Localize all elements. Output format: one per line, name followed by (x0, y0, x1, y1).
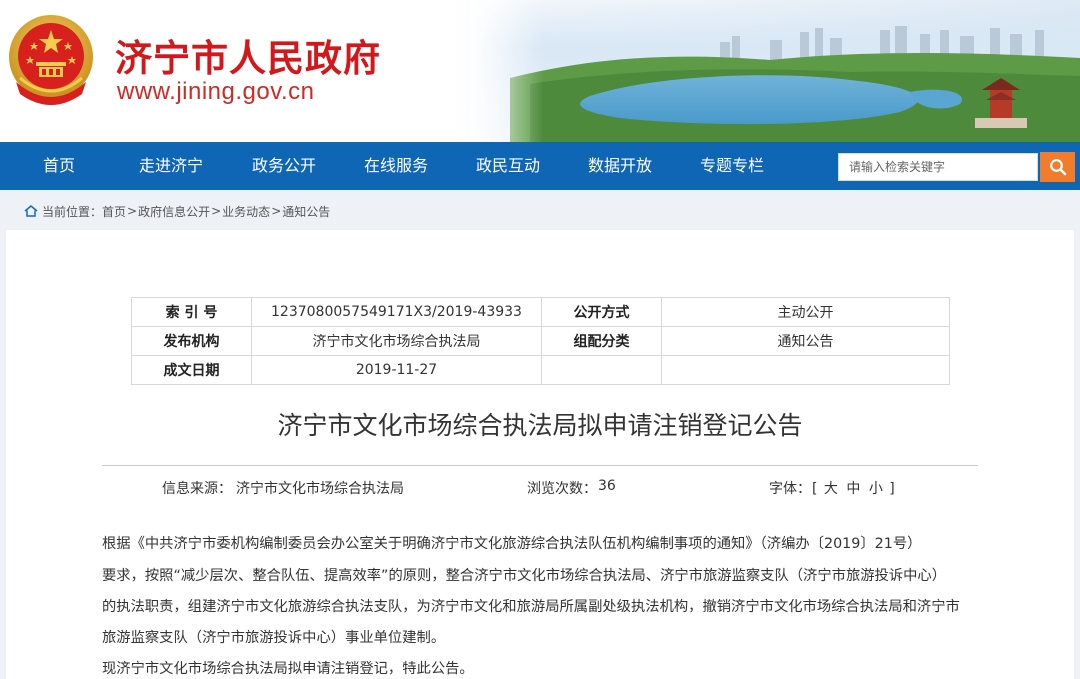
body-text-line: 旅游监察支队（济宁市旅游投诉中心）事业单位建制。 (102, 630, 446, 646)
article-panel: 索 引 号 1237080057549171X3/2019-43933 公开方式… (6, 230, 1074, 679)
breadcrumb-separator: > (211, 204, 222, 218)
publisher-label: 发布机构 (131, 326, 252, 356)
disclosure-method-value: 主动公开 (661, 297, 950, 327)
font-small-button[interactable]: 小 (869, 481, 883, 497)
empty-cell (661, 355, 950, 385)
empty-cell (541, 355, 662, 385)
disclosure-method-label: 公开方式 (541, 297, 662, 327)
article-title: 济宁市文化市场综合执法局拟申请注销登记公告 (277, 411, 803, 440)
document-metadata-table: 索 引 号 1237080057549171X3/2019-43933 公开方式… (131, 297, 950, 385)
city-banner-image (470, 0, 1080, 142)
nav-item-open-data[interactable]: 数据开放 (588, 142, 652, 190)
table-row: 发布机构 济宁市文化市场综合执法局 组配分类 通知公告 (131, 326, 950, 356)
category-value: 通知公告 (661, 326, 950, 356)
date-label: 成文日期 (131, 355, 252, 385)
views-label: 浏览次数： (527, 481, 597, 497)
site-title: 济宁市人民政府 (115, 36, 381, 80)
info-source-label: 信息来源： (162, 481, 232, 497)
breadcrumb-separator: > (271, 204, 282, 218)
nav-item-interaction[interactable]: 政民互动 (476, 142, 540, 190)
nav-item-home[interactable]: 首页 (43, 142, 75, 190)
bracket-close: ] (889, 481, 895, 497)
bracket-open: [ (812, 481, 818, 497)
table-row: 索 引 号 1237080057549171X3/2019-43933 公开方式… (131, 297, 950, 327)
category-label: 组配分类 (541, 326, 662, 356)
nav-item-special-topics[interactable]: 专题专栏 (700, 142, 764, 190)
site-header: 济宁市人民政府 www.jining.gov.cn (0, 0, 1080, 142)
font-size-label: 字体： (769, 481, 811, 497)
home-icon (24, 205, 38, 217)
search-input[interactable] (839, 154, 1037, 180)
body-text-line: 现济宁市文化市场综合执法局拟申请注销登记，特此公告。 (102, 661, 474, 677)
breadcrumb-government-info[interactable]: 政府信息公开 (138, 203, 210, 220)
breadcrumb: 当前位置： 首页 > 政府信息公开 > 业务动态 > 通知公告 (24, 199, 330, 223)
nav-item-online-services[interactable]: 在线服务 (364, 142, 428, 190)
body-text-line: 根据《中共济宁市委机构编制委员会办公室关于明确济宁市文化旅游综合执法队伍机构编制… (102, 536, 922, 552)
body-text-line: 的执法职责，组建济宁市文化旅游综合执法支队，为济宁市文化和旅游局所属副处级执法机… (102, 599, 960, 615)
font-large-button[interactable]: 大 (824, 481, 838, 497)
breadcrumb-business-news[interactable]: 业务动态 (222, 203, 270, 220)
font-size-control: [ 大 中 小 ] (812, 478, 895, 498)
body-text-line: 要求，按照“减少层次、整合队伍、提高效率”的原则，整合济宁市文化市场综合执法局、… (102, 568, 947, 584)
national-emblem-icon (9, 15, 93, 105)
site-url: www.jining.gov.cn (117, 78, 315, 105)
publisher-value: 济宁市文化市场综合执法局 (251, 326, 542, 356)
search-button[interactable] (1040, 152, 1075, 182)
breadcrumb-notices[interactable]: 通知公告 (282, 203, 330, 220)
font-medium-button[interactable]: 中 (846, 481, 860, 497)
date-value: 2019-11-27 (251, 355, 542, 385)
nav-item-about-jining[interactable]: 走进济宁 (139, 142, 203, 190)
title-divider (102, 465, 978, 466)
nav-item-government-affairs[interactable]: 政务公开 (252, 142, 316, 190)
breadcrumb-home[interactable]: 首页 (102, 203, 126, 220)
breadcrumb-label: 当前位置： (42, 204, 103, 219)
index-number-value: 1237080057549171X3/2019-43933 (251, 297, 542, 327)
breadcrumb-separator: > (127, 204, 138, 218)
search-box (838, 153, 1038, 181)
info-source-value: 济宁市文化市场综合执法局 (236, 481, 404, 497)
search-icon (1049, 159, 1066, 176)
views-count: 36 (598, 478, 616, 494)
index-number-label: 索 引 号 (131, 297, 252, 327)
table-row: 成文日期 2019-11-27 (131, 355, 950, 385)
